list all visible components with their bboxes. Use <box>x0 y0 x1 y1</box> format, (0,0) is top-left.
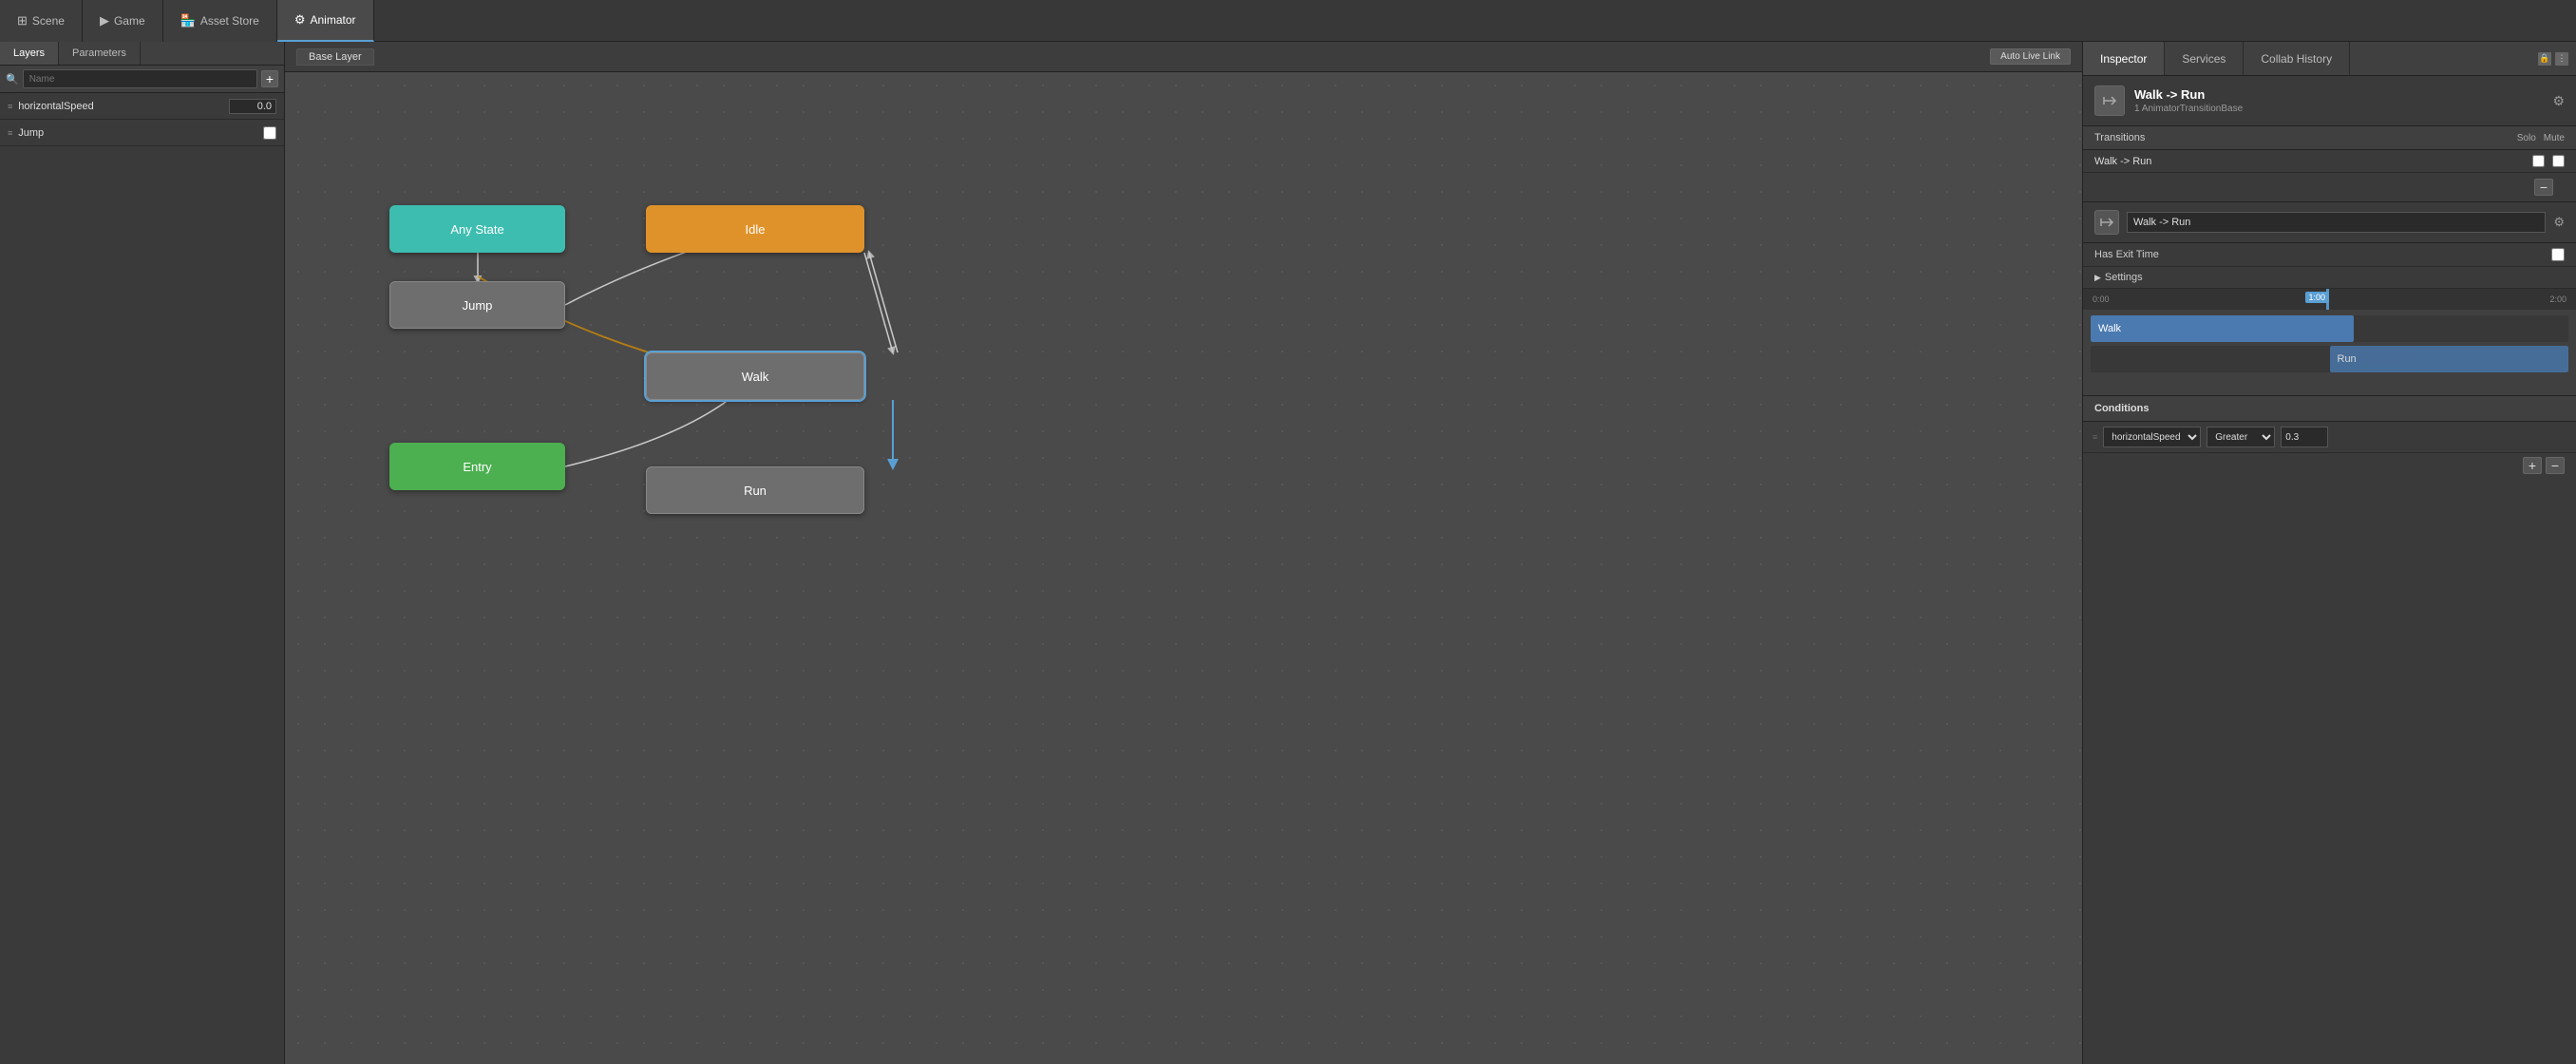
solo-label: Solo <box>2517 133 2536 143</box>
tab-asset-store-label: Asset Store <box>200 14 259 28</box>
param-row-horizontal-speed: ≡ horizontalSpeed <box>0 93 284 120</box>
condition-parameter-select[interactable]: horizontalSpeed <box>2103 427 2201 447</box>
inspector-header: Walk -> Run 1 AnimatorTransitionBase ⚙ <box>2083 76 2576 126</box>
remove-condition-button[interactable]: − <box>2546 457 2565 474</box>
panel-lock-button[interactable]: 🔒 <box>2538 52 2551 66</box>
mute-checkbox[interactable] <box>2552 155 2565 167</box>
tab-game-label: Game <box>114 14 145 28</box>
tab-scene[interactable]: ⊞ Scene <box>0 0 83 42</box>
mute-label: Mute <box>2544 133 2565 143</box>
state-walk[interactable]: Walk <box>646 352 864 400</box>
timeline-ruler: 0:00 1:00 2:00 <box>2083 289 2576 310</box>
tab-game[interactable]: ▶ Game <box>83 0 163 42</box>
has-exit-time-row: Has Exit Time <box>2083 243 2576 267</box>
walk-track-bar: Walk <box>2091 315 2354 342</box>
layers-tab[interactable]: Layers <box>0 42 59 65</box>
param-name-horizontal-speed: horizontalSpeed <box>18 101 223 112</box>
transition-settings-cog[interactable]: ⚙ <box>2553 215 2565 230</box>
tab-inspector[interactable]: Inspector <box>2083 42 2165 75</box>
run-track-bar-area: Run <box>2091 346 2568 372</box>
param-row-jump: ≡ Jump <box>0 120 284 146</box>
walk-track-bar-area: Walk <box>2091 315 2568 342</box>
settings-label: Settings <box>2105 272 2143 283</box>
condition-operator-select[interactable]: Greater Less Equals NotEqual <box>2207 427 2275 447</box>
run-track-row: Run <box>2091 346 2568 372</box>
tab-collab-history[interactable]: Collab History <box>2244 42 2350 75</box>
conditions-label: Conditions <box>2094 403 2149 414</box>
top-tab-bar: ⊞ Scene ▶ Game 🏪 Asset Store ⚙ Animator <box>0 0 2576 42</box>
inspector-subtitle: 1 AnimatorTransitionBase <box>2134 104 2243 114</box>
condition-drag-icon: ≡ <box>2093 432 2097 442</box>
add-condition-button[interactable]: + <box>2523 457 2542 474</box>
timeline-tracks: Walk Run <box>2083 310 2576 395</box>
animator-area: Base Layer Auto Live Link <box>285 42 2082 1064</box>
transition-detail-row: ⚙ <box>2083 202 2576 243</box>
state-idle[interactable]: Idle <box>646 205 864 253</box>
condition-add-remove: + − <box>2083 453 2576 478</box>
state-run[interactable]: Run <box>646 466 864 514</box>
timeline-container: 0:00 1:00 2:00 Walk <box>2083 289 2576 396</box>
parameters-tab[interactable]: Parameters <box>59 42 141 65</box>
animator-canvas[interactable]: Any State Idle Jump Walk Entry Run <box>285 72 2082 1064</box>
ruler-tick-0: 0:00 <box>2093 294 2110 304</box>
inspector-settings-cog[interactable]: ⚙ <box>2552 93 2565 109</box>
panel-menu-button[interactable]: ⋮ <box>2555 52 2568 66</box>
remove-transition-button[interactable]: − <box>2534 179 2553 196</box>
conditions-header: Conditions <box>2083 396 2576 422</box>
run-track-bar: Run <box>2330 346 2569 372</box>
settings-row[interactable]: ▶ Settings <box>2083 267 2576 289</box>
tab-animator-label: Animator <box>311 13 356 27</box>
ruler-tick-2: 2:00 <box>2549 294 2567 304</box>
search-icon: 🔍 <box>6 73 19 86</box>
drag-handle-icon: ≡ <box>8 102 12 111</box>
state-jump[interactable]: Jump <box>389 281 565 329</box>
transition-name: Walk -> Run <box>2094 156 2525 167</box>
asset-store-icon: 🏪 <box>180 13 196 28</box>
scene-icon: ⊞ <box>17 13 28 28</box>
drag-handle-icon-2: ≡ <box>8 128 12 138</box>
transition-row-walk-run[interactable]: Walk -> Run <box>2083 150 2576 173</box>
transition-detail-icon <box>2094 210 2119 235</box>
transitions-section-header: Transitions Solo Mute <box>2083 126 2576 150</box>
base-layer-tab[interactable]: Base Layer <box>296 48 374 66</box>
horizontal-speed-value[interactable] <box>229 99 276 114</box>
tab-scene-label: Scene <box>32 14 65 28</box>
inspector-text: Walk -> Run 1 AnimatorTransitionBase <box>2134 87 2243 114</box>
transitions-label: Transitions <box>2094 132 2145 143</box>
param-name-jump: Jump <box>18 127 257 139</box>
state-any-state[interactable]: Any State <box>389 205 565 253</box>
condition-value-input[interactable] <box>2281 427 2328 447</box>
jump-checkbox[interactable] <box>263 126 276 140</box>
transition-icon <box>2094 86 2125 116</box>
tab-animator[interactable]: ⚙ Animator <box>277 0 374 42</box>
animator-toolbar: Base Layer Auto Live Link <box>285 42 2082 72</box>
game-icon: ▶ <box>100 13 109 28</box>
auto-live-link-button[interactable]: Auto Live Link <box>1990 48 2071 65</box>
left-panel-toolbar: 🔍 + <box>0 66 284 93</box>
state-entry[interactable]: Entry <box>389 443 565 490</box>
walk-track-row: Walk <box>2091 315 2568 342</box>
right-panel: Inspector Services Collab History 🔒 ⋮ <box>2082 42 2576 1064</box>
panel-controls: 🔒 ⋮ <box>2538 42 2576 75</box>
has-exit-time-checkbox[interactable] <box>2551 248 2565 261</box>
condition-row-0: ≡ horizontalSpeed Greater Less Equals No… <box>2083 422 2576 453</box>
left-panel-tabs: Layers Parameters <box>0 42 284 66</box>
add-parameter-button[interactable]: + <box>261 70 278 87</box>
tab-asset-store[interactable]: 🏪 Asset Store <box>163 0 277 42</box>
main-layout: Layers Parameters 🔍 + ≡ horizontalSpeed … <box>0 42 2576 1064</box>
solo-checkbox[interactable] <box>2532 155 2545 167</box>
left-panel: Layers Parameters 🔍 + ≡ horizontalSpeed … <box>0 42 285 1064</box>
search-input[interactable] <box>23 69 257 88</box>
has-exit-time-label: Has Exit Time <box>2094 249 2551 260</box>
tab-services[interactable]: Services <box>2165 42 2244 75</box>
inspector-title: Walk -> Run <box>2134 87 2243 102</box>
transition-name-input[interactable] <box>2127 212 2546 233</box>
settings-arrow-icon: ▶ <box>2094 273 2101 283</box>
right-panel-tabs: Inspector Services Collab History 🔒 ⋮ <box>2083 42 2576 76</box>
animator-icon: ⚙ <box>294 12 306 28</box>
solo-mute-area: Solo Mute <box>2517 133 2565 143</box>
